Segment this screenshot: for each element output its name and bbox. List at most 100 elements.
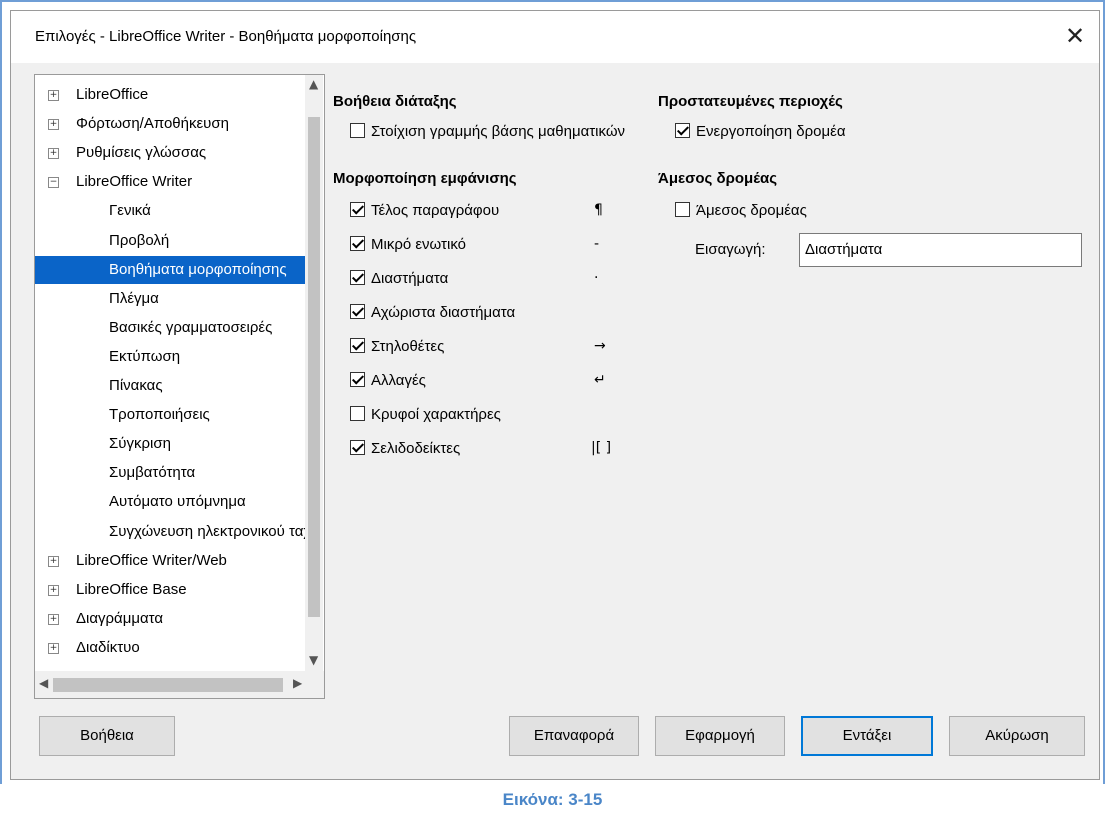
horizontal-scroll-thumb[interactable] xyxy=(53,678,283,692)
tree-item-label: LibreOffice Base xyxy=(76,580,187,598)
collapse-icon[interactable]: − xyxy=(48,177,59,189)
checkbox-box[interactable] xyxy=(350,439,365,455)
ok-button[interactable]: Εντάξει xyxy=(801,716,933,756)
scroll-left-icon[interactable]: ◀ xyxy=(39,676,48,690)
tree-item-label: LibreOffice Writer/Web xyxy=(76,551,227,569)
checkbox-box[interactable] xyxy=(350,235,365,251)
checkbox-box[interactable] xyxy=(675,201,690,217)
formatting-mark-symbol: |[ ] xyxy=(591,440,612,456)
math-baseline-checkbox[interactable]: Στοίχιση γραμμής βάσης μαθηματικών xyxy=(350,120,668,144)
tree-item[interactable]: + LibreOffice Base xyxy=(35,576,305,604)
enable-cursor-checkbox[interactable]: Ενεργοποίηση δρομέα xyxy=(675,120,846,144)
vertical-scroll-thumb[interactable] xyxy=(308,117,320,617)
display-formatting-checkbox[interactable]: Αλλαγές xyxy=(350,369,426,393)
title-bar: Επιλογές - LibreOffice Writer - Βοηθήματ… xyxy=(11,11,1099,63)
checkbox-box[interactable] xyxy=(675,122,690,138)
help-button[interactable]: Βοήθεια xyxy=(39,716,175,756)
layout-assist-heading: Βοήθεια διάταξης xyxy=(333,93,457,110)
expand-icon[interactable]: + xyxy=(48,613,59,625)
tree-item-label: Εκτύπωση xyxy=(109,347,181,365)
tree-item-label: Σύγκριση xyxy=(109,435,171,453)
tree-item[interactable]: Βασικές γραμματοσειρές xyxy=(35,314,305,342)
tree-item[interactable]: + Διαγράμματα xyxy=(35,605,305,633)
tree-item[interactable]: + LibreOffice Writer/Web xyxy=(35,547,305,575)
checkbox-label: Στοίχιση γραμμής βάσης μαθηματικών xyxy=(371,123,626,140)
tree-item-label: Συγχώνευση ηλεκτρονικού ταχυδρομείου xyxy=(109,522,305,540)
tree-item[interactable]: Σύγκριση xyxy=(35,430,305,458)
direct-cursor-heading: Άμεσος δρομέας xyxy=(658,170,778,187)
display-formatting-checkbox[interactable]: Κρυφοί χαρακτήρες xyxy=(350,403,501,427)
tree-item[interactable]: + LibreOffice xyxy=(35,81,305,109)
expand-icon[interactable]: + xyxy=(48,119,59,131)
tree-item-label: Ρυθμίσεις γλώσσας xyxy=(76,144,207,162)
scroll-down-icon[interactable]: ▼ xyxy=(309,653,318,667)
apply-button[interactable]: Εφαρμογή xyxy=(655,716,785,756)
checkbox-box[interactable] xyxy=(350,303,365,319)
tree-item[interactable]: Πλέγμα xyxy=(35,285,305,313)
checkbox-label: Στηλοθέτες xyxy=(371,338,445,355)
expand-icon[interactable]: + xyxy=(48,148,59,160)
tree-item-label: LibreOffice Writer xyxy=(76,173,193,191)
tree-item-label: Συμβατότητα xyxy=(109,464,196,482)
tree-item[interactable]: Προβολή xyxy=(35,227,305,255)
display-formatting-heading: Μορφοποίηση εμφάνισης xyxy=(333,170,517,187)
checkbox-label: Διαστήματα xyxy=(371,270,449,287)
scroll-up-icon[interactable]: ▲ xyxy=(309,77,318,91)
tree-item-label: Διαδίκτυο xyxy=(76,638,140,656)
tree-item[interactable]: Συγχώνευση ηλεκτρονικού ταχυδρομείου xyxy=(35,518,305,546)
checkbox-box[interactable] xyxy=(350,122,365,138)
scroll-right-icon[interactable]: ▶ xyxy=(293,676,302,690)
tree-item[interactable]: Πίνακας xyxy=(35,372,305,400)
options-dialog: Επιλογές - LibreOffice Writer - Βοηθήματ… xyxy=(10,10,1100,780)
display-formatting-checkbox[interactable]: Τέλος παραγράφου xyxy=(350,199,499,223)
display-formatting-checkbox[interactable]: Σελιδοδείκτες xyxy=(350,437,460,461)
formatting-mark-symbol: → xyxy=(594,338,606,354)
tree-vertical-scrollbar[interactable]: ▲ ▼ xyxy=(305,75,323,671)
tree-item[interactable]: Τροποποιήσεις xyxy=(35,401,305,429)
close-icon[interactable]: ✕ xyxy=(1057,19,1093,55)
expand-icon[interactable]: + xyxy=(48,642,59,654)
tree-item[interactable]: + Ρυθμίσεις γλώσσας xyxy=(35,139,305,167)
tree-item[interactable]: Γενικά xyxy=(35,197,305,225)
expand-icon[interactable]: + xyxy=(48,90,59,101)
tree-item[interactable]: Συμβατότητα xyxy=(35,459,305,487)
display-formatting-checkbox[interactable]: Αχώριστα διαστήματα xyxy=(350,301,515,325)
checkbox-box[interactable] xyxy=(350,337,365,353)
checkbox-label: Άμεσος δρομέας xyxy=(696,202,807,219)
checkbox-label: Μικρό ενωτικό xyxy=(371,236,466,253)
tree-item[interactable]: Βοηθήματα μορφοποίησης xyxy=(35,255,305,284)
formatting-mark-symbol: · xyxy=(594,270,599,286)
checkbox-box[interactable] xyxy=(350,405,365,421)
insert-label: Εισαγωγή: xyxy=(695,241,766,258)
tree-item-label: Προβολή xyxy=(109,231,170,249)
checkbox-box[interactable] xyxy=(350,269,365,285)
tree-item-label: Πλέγμα xyxy=(109,289,159,307)
expand-icon[interactable]: + xyxy=(48,555,59,567)
checkbox-label: Αλλαγές xyxy=(371,372,426,389)
formatting-mark-symbol: - xyxy=(594,236,600,252)
checkbox-label: Αχώριστα διαστήματα xyxy=(371,304,516,321)
display-formatting-checkbox[interactable]: Διαστήματα xyxy=(350,267,448,291)
tree-item[interactable]: + Διαδίκτυο xyxy=(35,634,305,662)
tree-item[interactable]: Εκτύπωση xyxy=(35,343,305,371)
checkbox-label: Κρυφοί χαρακτήρες xyxy=(371,406,501,423)
cancel-button[interactable]: Ακύρωση xyxy=(949,716,1085,756)
direct-cursor-checkbox[interactable]: Άμεσος δρομέας xyxy=(675,199,807,223)
display-formatting-checkbox[interactable]: Μικρό ενωτικό xyxy=(350,233,466,257)
display-formatting-checkbox[interactable]: Στηλοθέτες xyxy=(350,335,444,359)
expand-icon[interactable]: + xyxy=(48,584,59,596)
checkbox-box[interactable] xyxy=(350,201,365,217)
tree-item[interactable]: − LibreOffice Writer xyxy=(35,168,305,196)
tree-item[interactable]: + Φόρτωση/Αποθήκευση xyxy=(35,110,305,138)
reset-button[interactable]: Επαναφορά xyxy=(509,716,639,756)
checkbox-label: Τέλος παραγράφου xyxy=(371,202,500,219)
tree-item-label: Βασικές γραμματοσειρές xyxy=(109,318,273,336)
checkbox-box[interactable] xyxy=(350,371,365,387)
tree-item-label: LibreOffice xyxy=(76,86,149,103)
tree-item[interactable]: Αυτόματο υπόμνημα xyxy=(35,488,305,516)
figure-caption: Εικόνα: 3-15 xyxy=(0,784,1105,816)
insert-mode-field[interactable]: Διαστήματα xyxy=(799,233,1082,267)
tree-horizontal-scrollbar[interactable]: ◀ ▶ xyxy=(35,671,324,698)
formatting-mark-symbol: ¶ xyxy=(594,202,603,218)
tree-item-label: Βοηθήματα μορφοποίησης xyxy=(109,260,287,278)
